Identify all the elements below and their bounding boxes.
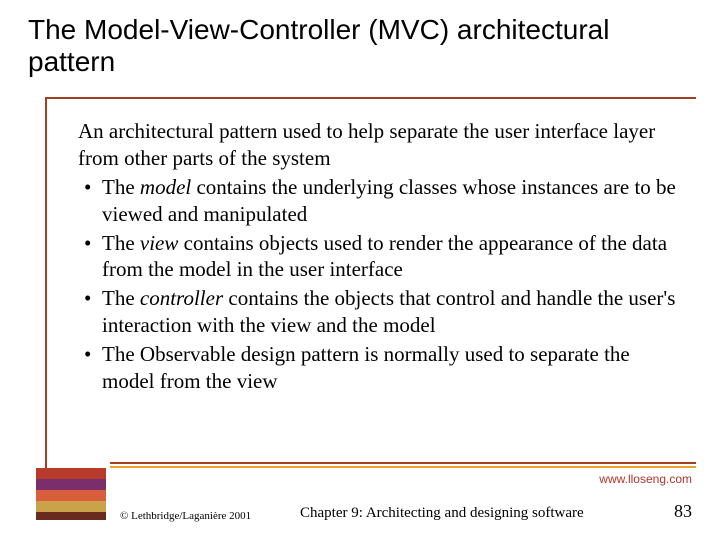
list-item: The model contains the underlying classe… <box>78 174 680 228</box>
bullet-post: contains objects used to render the appe… <box>102 231 667 282</box>
copyright-text: © Lethbridge/Laganière 2001 <box>120 510 251 522</box>
bullet-term: view <box>140 231 178 255</box>
bullet-pre: The <box>102 231 140 255</box>
list-item: The controller contains the objects that… <box>78 285 680 339</box>
slide-title: The Model-View-Controller (MVC) architec… <box>0 0 720 84</box>
vertical-rule <box>45 97 47 468</box>
swatch-row <box>36 490 106 501</box>
url-text: www.lloseng.com <box>599 472 692 486</box>
bullet-pre: The <box>102 175 140 199</box>
page-number: 83 <box>674 501 692 522</box>
bullet-pre: The <box>102 286 140 310</box>
title-rule <box>45 97 696 99</box>
bottom-rule <box>110 462 696 468</box>
list-item: The view contains objects used to render… <box>78 230 680 284</box>
intro-text: An architectural pattern used to help se… <box>78 118 680 172</box>
bullet-term: controller <box>140 286 223 310</box>
slide: The Model-View-Controller (MVC) architec… <box>0 0 720 540</box>
swatch-row <box>36 479 106 490</box>
slide-body: An architectural pattern used to help se… <box>78 118 680 395</box>
list-item: The Observable design pattern is normall… <box>78 341 680 395</box>
footer: © Lethbridge/Laganière 2001 Chapter 9: A… <box>0 502 720 522</box>
swatch-row <box>36 468 106 479</box>
chapter-text: Chapter 9: Architecting and designing so… <box>300 505 584 522</box>
bullet-term: model <box>140 175 191 199</box>
bullet-list: The model contains the underlying classe… <box>78 174 680 395</box>
bullet-post: The Observable design pattern is normall… <box>102 342 630 393</box>
